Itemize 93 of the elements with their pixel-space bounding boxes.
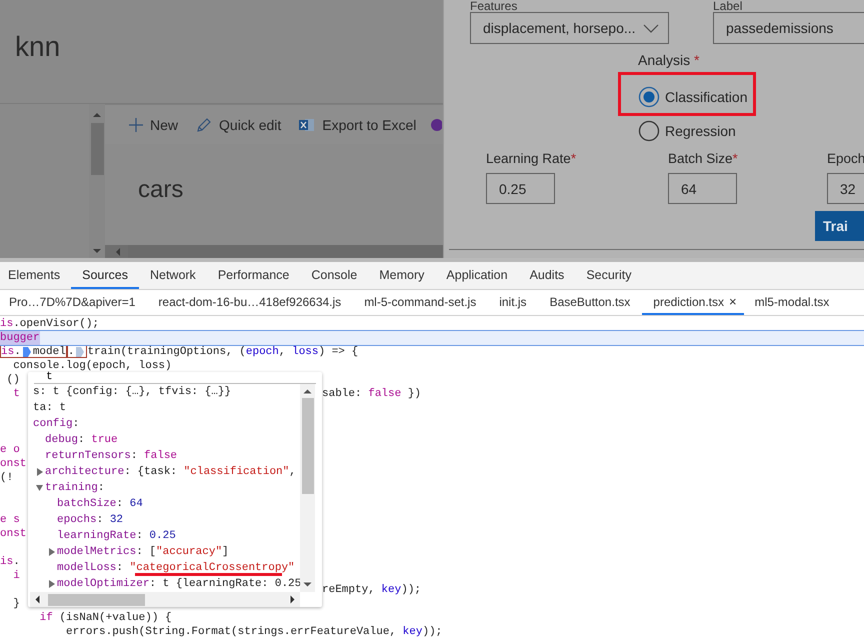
code-line: is.openVisor(); — [0, 317, 100, 331]
file-tab[interactable]: ml-5-command-set.js — [353, 290, 488, 315]
file-tab[interactable]: init.js — [488, 290, 539, 315]
close-icon[interactable]: × — [728, 294, 737, 309]
field-label: Analysis * — [638, 52, 700, 68]
code-line: i — [12, 569, 20, 583]
property-text: s: t {config: {…}, tfvis: {…}} — [33, 386, 232, 398]
toolbar-button[interactable]: Export to Excel — [299, 116, 416, 132]
code-line: errors.push(String.Format(strings.errFeatureValue, key)); — [65, 625, 442, 639]
panel-tab[interactable]: Application — [435, 262, 519, 289]
field-label: Features — [470, 0, 518, 12]
panel-tab[interactable]: Memory — [368, 262, 436, 289]
number-input[interactable]: 64 — [668, 173, 737, 204]
code-line: e s — [0, 513, 20, 527]
code-line: onst — [0, 457, 26, 471]
scroll-up-icon[interactable] — [303, 388, 312, 394]
pencil-icon — [196, 116, 212, 132]
horizontal-scrollbar[interactable] — [30, 592, 300, 607]
toolbar-button[interactable]: Quick edit — [196, 116, 282, 132]
list-title: cars — [138, 176, 184, 203]
scroll-left-icon[interactable] — [34, 595, 40, 604]
plus-icon — [129, 118, 143, 132]
panel-tab[interactable]: Security — [575, 262, 642, 289]
property-text: config: — [33, 418, 80, 430]
execution-marker-icon[interactable] — [75, 346, 86, 358]
code-text: model — [32, 344, 66, 358]
field-label: Batch Size* — [668, 151, 739, 167]
collapsed-arrow-icon[interactable] — [48, 548, 55, 556]
field-label: Learning Rate* — [486, 151, 578, 167]
file-tab[interactable]: prediction.tsx × — [642, 290, 744, 315]
file-tab[interactable]: BaseButton.tsx — [538, 290, 642, 315]
file-tab-label[interactable]: prediction.tsx — [653, 294, 724, 308]
code-text: is — [1, 344, 14, 358]
features-dropdown[interactable]: displacement, horsepo... — [470, 12, 669, 44]
radio-button[interactable] — [638, 86, 660, 108]
radio-label: Classification — [665, 89, 748, 105]
code-line: onst — [0, 527, 26, 541]
radio-button[interactable] — [638, 120, 660, 142]
toolbar-button[interactable]: New — [129, 116, 178, 132]
property-text: modelMetrics: ["accuracy"] — [57, 546, 229, 558]
code-text: epoch — [246, 345, 279, 359]
property-text: training: — [45, 482, 104, 494]
code-line: if (isNaN(+value)) { — [38, 611, 172, 625]
field-label: Label — [713, 0, 744, 12]
panel-tab[interactable]: Elements — [0, 262, 72, 289]
code-line: t — [12, 388, 20, 400]
code-line: is. — [0, 555, 20, 569]
spreadsheet-icon — [299, 118, 316, 132]
scroll-down-icon[interactable] — [303, 582, 312, 588]
code-line: reEmpty, key)); — [322, 583, 422, 597]
property-text: batchSize: 64 — [57, 498, 143, 510]
code-text: , — [278, 345, 286, 359]
property-text: modelLoss: "categoricalCrossentropy" — [57, 562, 295, 574]
vertical-scrollbar[interactable] — [300, 384, 315, 592]
label-field[interactable]: passedemissions — [713, 12, 864, 44]
code-line: (! — [0, 471, 14, 485]
train-button[interactable]: Trai — [815, 211, 864, 241]
code-text: . — [14, 344, 21, 358]
code-line: () — [6, 373, 20, 387]
panel-tab[interactable]: Network — [138, 262, 207, 289]
chevron-down-icon — [643, 24, 659, 32]
code-line: sable: false }) — [322, 387, 422, 401]
number-input[interactable]: 32 — [827, 173, 864, 204]
file-tab[interactable]: react-dom-16-bu…418ef926634.js — [147, 290, 354, 315]
scroll-up-icon[interactable] — [92, 112, 102, 118]
code-line: e o — [0, 443, 20, 457]
panel-tab[interactable]: Performance — [206, 262, 300, 289]
site-title: knn — [15, 31, 60, 62]
code-text: train(trainingOptions, ( — [87, 345, 246, 359]
code-line: console.log(epoch, loss) — [12, 359, 172, 372]
panel-tab[interactable]: Console — [300, 262, 368, 289]
collapsed-arrow-icon[interactable] — [48, 580, 55, 588]
file-tab[interactable]: Pro…7D%7D&apiver=1 — [0, 290, 148, 315]
popup-title: t — [46, 371, 53, 383]
code-text: ) => { — [318, 345, 358, 359]
property-text: epochs: 32 — [57, 514, 124, 526]
expanded-arrow-icon[interactable] — [36, 484, 43, 492]
property-text: learningRate: 0.25 — [57, 530, 176, 542]
property-text: ta: t — [33, 402, 66, 414]
code-text: loss — [292, 345, 318, 359]
panel-tab[interactable]: Audits — [518, 262, 576, 289]
scroll-right-icon[interactable] — [290, 595, 296, 604]
radio-label: Regression — [665, 123, 736, 139]
execution-marker-icon[interactable] — [22, 346, 32, 358]
file-tab[interactable]: ml5-modal.tsx — [744, 290, 842, 315]
property-text: returnTensors: false — [45, 450, 178, 462]
property-text: debug: true — [45, 434, 118, 446]
code-text: . — [68, 344, 74, 358]
number-input[interactable]: 0.25 — [486, 173, 555, 204]
property-text: architecture: {task: "classification", — [45, 466, 296, 478]
scroll-down-icon[interactable] — [92, 248, 102, 254]
code-line: } — [12, 597, 20, 611]
collapsed-arrow-icon[interactable] — [36, 468, 43, 476]
